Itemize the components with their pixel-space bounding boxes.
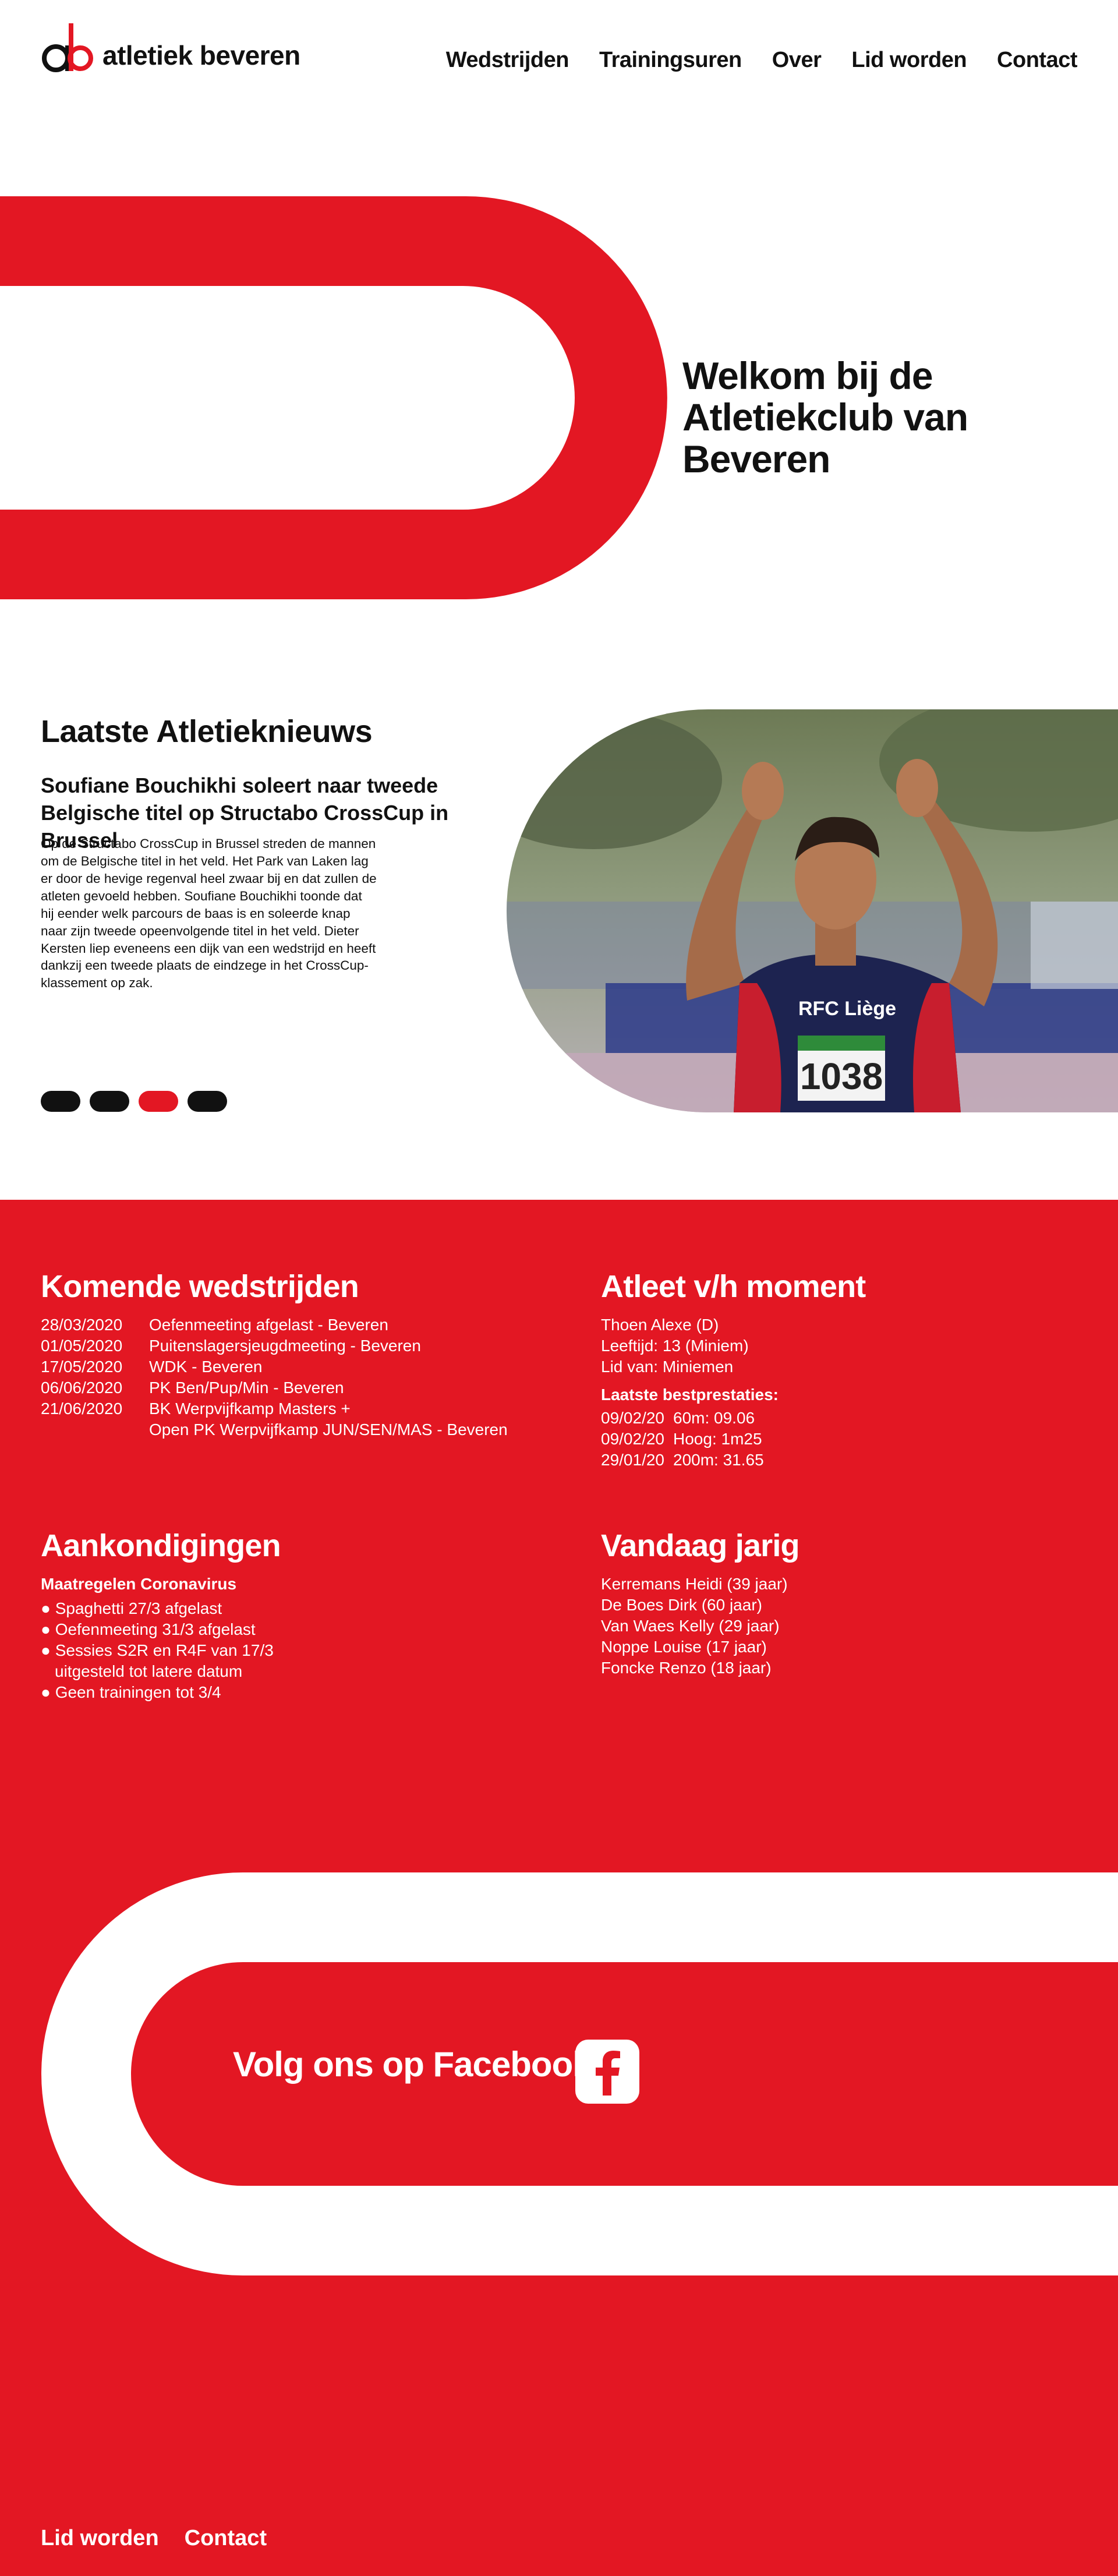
competition-date: 06/06/2020 (41, 1379, 123, 1397)
footer-contact[interactable]: Contact (185, 2526, 267, 2551)
birthday-item: Noppe Louise (17 jaar) (601, 1638, 767, 1656)
competition-name: PK Ben/Pup/Min - Beveren (149, 1379, 344, 1397)
competition-row[interactable]: 01/05/2020 Puitenslagersjeugdmeeting - Be… (41, 1335, 565, 1356)
birthday-item: Foncke Renzo (18 jaar) (601, 1659, 772, 1677)
announcements-subtitle: Maatregelen Coronavirus (41, 1575, 237, 1593)
competition-name: WDK - Beveren (149, 1358, 263, 1376)
bib-number: 1038 (800, 1055, 883, 1097)
carousel-dot-3-active[interactable] (139, 1091, 178, 1112)
competition-name: Puitenslagersjeugdmeeting - Beveren (149, 1337, 421, 1355)
news-section-title: Laatste Atletieknieuws (41, 714, 373, 749)
competition-name: Open PK Werpvijfkamp JUN/SEN/MAS - Bever… (149, 1420, 508, 1439)
facebook-icon[interactable] (575, 2040, 639, 2104)
record-result: 200m: 31.65 (673, 1451, 764, 1469)
athlete-photo-illustration: 1038 RFC Liège (507, 709, 1118, 1112)
record-date: 09/02/20 (601, 1409, 664, 1427)
birthdays-title: Vandaag jarig (601, 1528, 800, 1563)
competition-row[interactable]: 06/06/2020 PK Ben/Pup/Min - Beveren (41, 1377, 565, 1398)
record-result: Hoog: 1m25 (673, 1430, 762, 1448)
record-date: 29/01/20 (601, 1451, 664, 1469)
page: atletiek beveren Wedstrijden Trainingsur… (0, 0, 1118, 2576)
competition-date: 01/05/2020 (41, 1337, 123, 1355)
competition-date (41, 1419, 149, 1440)
announcements-title: Aankondigingen (41, 1528, 281, 1563)
competition-name: Oefenmeeting afgelast - Beveren (149, 1316, 388, 1334)
athlete-age: Leeftijd: 13 (Miniem) (601, 1337, 749, 1355)
athlete-block: Atleet v/h moment Thoen Alexe (D) Leefti… (601, 1269, 1078, 1471)
athlete-member: Lid van: Miniemen (601, 1358, 734, 1376)
announcement-item: ● Sessies S2R en R4F van 17/3 (41, 1641, 274, 1660)
athlete-name: Thoen Alexe (D) (601, 1316, 719, 1334)
birthday-item: Van Waes Kelly (29 jaar) (601, 1617, 780, 1635)
news-body: Op de Structabo CrossCup in Brussel stre… (41, 836, 377, 991)
announcements-block: Aankondigingen Maatregelen Coronavirus ●… (41, 1528, 565, 1703)
announcement-item: ● Spaghetti 27/3 afgelast (41, 1599, 222, 1618)
announcement-item: ● Geen trainingen tot 3/4 (41, 1683, 221, 1702)
hero-track-graphic (0, 196, 667, 599)
competition-date: 21/06/2020 (41, 1400, 123, 1418)
announcement-text: Oefenmeeting 31/3 afgelast (55, 1620, 256, 1639)
competitions-title: Komende wedstrijden (41, 1269, 359, 1304)
footer-links: Lid worden Contact (41, 2526, 267, 2551)
facebook-cta-label[interactable]: Volg ons op Facebook (233, 2044, 592, 2084)
club-lettering: RFC Liège (798, 998, 896, 1020)
athlete-title: Atleet v/h moment (601, 1269, 866, 1304)
birthdays-block: Vandaag jarig Kerremans Heidi (39 jaar) … (601, 1528, 1078, 1679)
competition-row[interactable]: 17/05/2020 WDK - Beveren (41, 1356, 565, 1377)
competition-row[interactable]: 28/03/2020 Oefenmeeting afgelast - Bevere… (41, 1314, 565, 1335)
competition-date: 28/03/2020 (41, 1316, 123, 1334)
news-photo[interactable]: 1038 RFC Liège (507, 709, 1118, 1112)
carousel-dot-1[interactable] (41, 1091, 80, 1112)
announcement-item: ● Oefenmeeting 31/3 afgelast (41, 1620, 256, 1639)
announcement-continuation: uitgesteld tot latere datum (55, 1662, 243, 1681)
announcement-text: Spaghetti 27/3 afgelast (55, 1599, 222, 1618)
record-row: 09/02/20 Hoog: 1m25 (601, 1429, 1078, 1450)
competition-row[interactable]: Open PK Werpvijfkamp JUN/SEN/MAS - Bever… (41, 1419, 565, 1440)
birthday-item: Kerremans Heidi (39 jaar) (601, 1575, 788, 1593)
carousel-dot-2[interactable] (90, 1091, 129, 1112)
competitions-block: Komende wedstrijden 28/03/2020 Oefenmeeti… (41, 1269, 565, 1440)
competition-name: BK Werpvijfkamp Masters + (149, 1400, 351, 1418)
red-info-section: Komende wedstrijden 28/03/2020 Oefenmeeti… (0, 1200, 1118, 2576)
announcement-text: Sessies S2R en R4F van 17/3 (55, 1641, 274, 1660)
carousel-dot-4[interactable] (187, 1091, 227, 1112)
announcement-text: Geen trainingen tot 3/4 (55, 1683, 221, 1702)
hero-title: Welkom bij de Atletiekclub van Beveren (682, 354, 968, 480)
record-result: 60m: 09.06 (673, 1409, 755, 1427)
footer-lid-worden[interactable]: Lid worden (41, 2526, 159, 2551)
record-row: 09/02/20 60m: 09.06 (601, 1408, 1078, 1429)
record-date: 09/02/20 (601, 1430, 664, 1448)
birthday-item: De Boes Dirk (60 jaar) (601, 1596, 762, 1614)
carousel-dots (41, 1091, 227, 1112)
competition-date: 17/05/2020 (41, 1358, 123, 1376)
athlete-records-title: Laatste bestprestaties: (601, 1386, 779, 1404)
competitions-list: 28/03/2020 Oefenmeeting afgelast - Bevere… (41, 1314, 565, 1440)
record-row: 29/01/20 200m: 31.65 (601, 1450, 1078, 1471)
competition-row[interactable]: 21/06/2020 BK Werpvijfkamp Masters + (41, 1398, 565, 1419)
